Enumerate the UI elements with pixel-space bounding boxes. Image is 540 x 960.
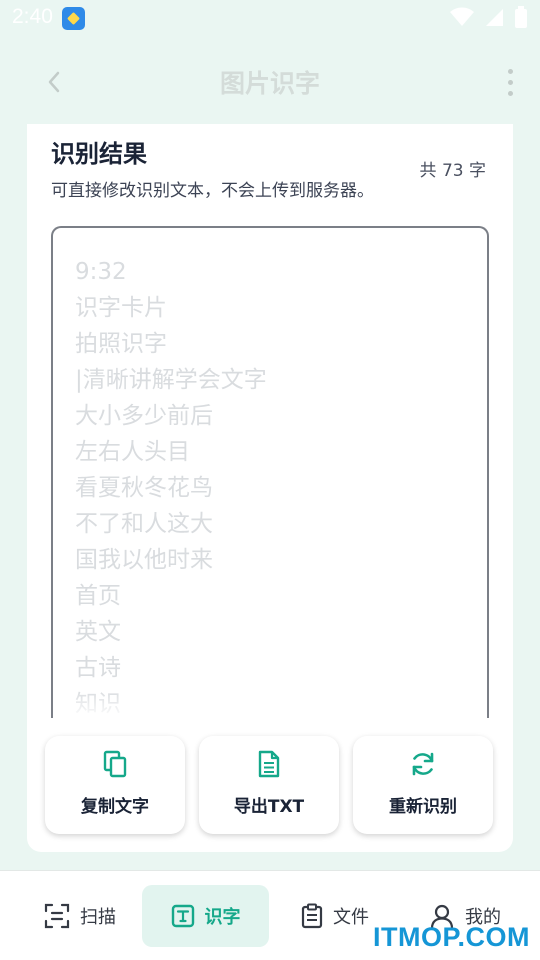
nav-item-recognize[interactable]: 识字	[142, 885, 269, 947]
character-count: 共 73 字	[419, 161, 486, 181]
result-hint: 可直接修改识别文本，不会上传到服务器。	[51, 181, 374, 201]
copy-text-label: 复制文字	[81, 797, 149, 817]
text-line: 识字卡片	[75, 295, 167, 321]
text-line: 不了和人这大	[75, 511, 213, 537]
text-line: 古诗	[75, 655, 121, 681]
text-line: 拍照识字	[75, 331, 167, 357]
re-recognize-label: 重新识别	[389, 797, 457, 817]
document-icon	[258, 750, 280, 778]
nav-label-scan: 扫描	[80, 907, 116, 928]
status-bar: 2:40	[0, 0, 540, 36]
text-line: 看夏秋冬花鸟	[75, 475, 213, 501]
nav-item-scan[interactable]: 扫描	[20, 885, 140, 947]
text-line: 9:32	[75, 259, 127, 285]
result-text-editor[interactable]: 9:32 识字卡片 拍照识字 |清晰讲解学会文字 大小多少前后 左右人头目 看夏…	[51, 226, 489, 720]
nav-label-files: 文件	[333, 907, 369, 928]
status-indicators	[450, 6, 528, 28]
app-bar: 图片识字	[0, 36, 540, 126]
more-options-button[interactable]	[498, 64, 522, 100]
text-line: 首页	[75, 583, 121, 609]
battery-icon	[515, 6, 527, 28]
app-notification-icon	[62, 7, 85, 30]
scan-icon	[44, 903, 70, 929]
copy-text-button[interactable]: 复制文字	[45, 736, 185, 834]
actions-card: 复制文字 导出TXT 重新识别	[27, 718, 513, 852]
text-line: 左右人头目	[75, 439, 190, 465]
text-line: |清晰讲解学会文字	[75, 367, 267, 393]
text-line: 大小多少前后	[75, 403, 213, 429]
more-dot-icon	[507, 79, 513, 85]
text-line: 国我以他时来	[75, 547, 213, 573]
more-dot-icon	[507, 90, 513, 96]
status-time: 2:40	[12, 5, 53, 28]
signal-icon	[486, 9, 503, 26]
re-recognize-button[interactable]: 重新识别	[353, 736, 493, 834]
text-recognition-icon	[171, 904, 194, 928]
export-txt-button[interactable]: 导出TXT	[199, 736, 339, 834]
refresh-icon	[412, 752, 434, 776]
export-txt-label: 导出TXT	[233, 797, 305, 817]
watermark: ITMOP.COM	[372, 922, 530, 952]
copy-icon	[103, 750, 127, 778]
more-dot-icon	[507, 68, 513, 74]
file-icon	[301, 903, 323, 929]
wifi-icon	[450, 7, 474, 26]
result-title: 识别结果	[51, 140, 147, 168]
scroll-fade	[53, 690, 487, 720]
nav-label-recognize: 识字	[204, 907, 241, 928]
result-card: 识别结果 共 73 字 可直接修改识别文本，不会上传到服务器。 9:32 识字卡…	[27, 124, 513, 720]
page-title: 图片识字	[219, 69, 320, 98]
text-line: 英文	[75, 619, 121, 645]
